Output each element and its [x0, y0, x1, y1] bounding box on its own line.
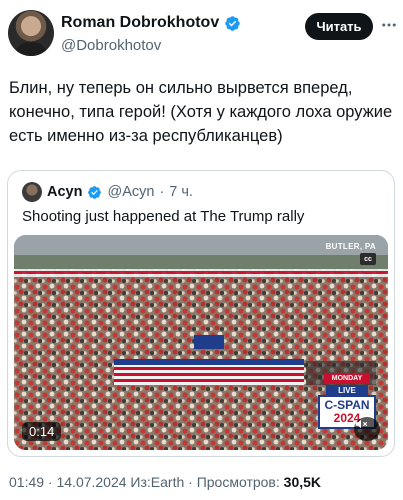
mute-button[interactable]: [354, 417, 380, 441]
author-name[interactable]: Roman Dobrokhotov: [61, 14, 219, 32]
tweet-header: Roman Dobrokhotov @Dobrokhotov Читать: [8, 10, 396, 58]
video-duration: 0:14: [22, 422, 62, 441]
more-horizontal-icon[interactable]: [380, 16, 398, 34]
quoted-author-name: Acyn: [47, 184, 83, 200]
verified-badge-icon: [225, 15, 240, 31]
quoted-tweet[interactable]: Acyn @Acyn · 7 ч. Shooting just happened…: [7, 170, 395, 457]
verified-badge-icon: [88, 185, 102, 199]
author-name-row: Roman Dobrokhotov: [61, 14, 241, 32]
quoted-author-handle: @Acyn: [107, 184, 155, 200]
quoted-tweet-text: Shooting just happened at The Trump rall…: [22, 208, 305, 225]
tweet-text: Блин, ну теперь он сильно вырвется впере…: [9, 79, 393, 145]
quoted-tweet-time: 7 ч.: [169, 184, 193, 200]
broadcast-day-tag: MONDAY: [324, 373, 370, 384]
quoted-tweet-header: Acyn @Acyn · 7 ч.: [22, 182, 193, 202]
author-avatar[interactable]: [8, 10, 54, 56]
view-count[interactable]: 30,5K: [284, 474, 321, 490]
volume-muted-icon: [355, 419, 368, 429]
meta-separator: ·: [159, 184, 165, 200]
closed-captions-icon[interactable]: cc: [360, 253, 376, 265]
tweet-meta: 01:49 · 14.07.2024 Из:Earth · Просмотров…: [9, 474, 321, 490]
follow-button[interactable]: Читать: [305, 13, 373, 40]
quoted-author-avatar: [22, 182, 42, 202]
video-player[interactable]: BUTLER, PA cc MONDAY LIVE C-SPAN 2024 0:…: [14, 235, 388, 450]
author-handle[interactable]: @Dobrokhotov: [61, 37, 161, 54]
location-caption: BUTLER, PA: [325, 242, 376, 251]
tweet-timestamp-source: 01:49 · 14.07.2024 Из:Earth · Просмотров…: [9, 474, 284, 490]
